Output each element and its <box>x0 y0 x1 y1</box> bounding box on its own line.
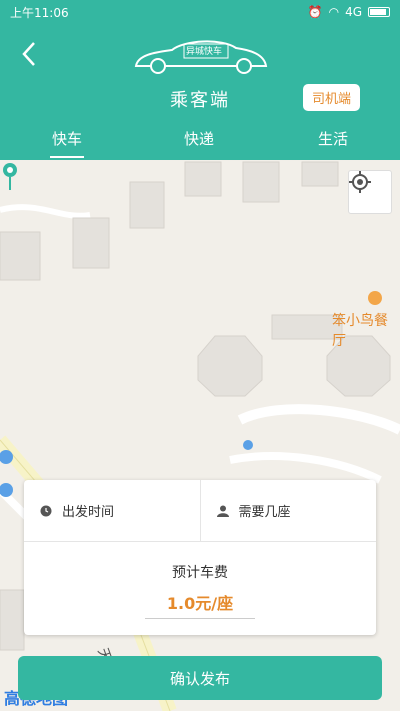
tab-express-car[interactable]: 快车 <box>49 128 85 158</box>
wifi-icon: ◠ <box>328 5 340 19</box>
logo-text: 异城快车 <box>186 47 223 57</box>
tab-courier[interactable]: 快递 <box>184 128 214 149</box>
network-label: 4G <box>345 5 362 19</box>
status-time: 上午11:06 <box>10 5 69 20</box>
fare-value: 1.0元/座 <box>166 594 234 613</box>
seats-field[interactable]: 需要几座 <box>199 480 377 541</box>
locate-button[interactable] <box>348 170 392 214</box>
fare-label: 预计车费 <box>172 565 228 581</box>
booking-options-row: 出发时间 需要几座 <box>24 480 376 542</box>
fare-underline <box>145 618 255 619</box>
tab-life[interactable]: 生活 <box>318 128 348 149</box>
departure-time-label: 出发时间 <box>62 505 115 520</box>
crosshair-icon <box>349 171 371 193</box>
restaurant-poi-icon <box>368 291 382 305</box>
location-pin-icon <box>3 163 17 190</box>
battery-icon <box>368 7 390 17</box>
app-header: 上午11:06 ⏰ ◠ 4G 异城快车 乘客端 司机端 快车 快递 生活 <box>0 0 400 160</box>
poi-label[interactable]: 笨小鸟餐厅 <box>332 310 400 350</box>
departure-time-field[interactable]: 出发时间 <box>24 480 200 541</box>
driver-mode-button[interactable]: 司机端 <box>302 84 360 111</box>
status-icons: ⏰ ◠ 4G <box>308 5 390 19</box>
alarm-icon: ⏰ <box>307 5 323 19</box>
tab-bar: 快车 快递 生活 <box>0 128 400 160</box>
status-bar: 上午11:06 ⏰ ◠ 4G <box>0 0 400 24</box>
seats-label: 需要几座 <box>238 505 291 520</box>
clock-icon <box>40 505 52 516</box>
back-arrow-icon[interactable] <box>18 40 42 68</box>
booking-card: 出发时间 需要几座 预计车费 1.0元/座 <box>24 480 376 635</box>
confirm-publish-button[interactable]: 确认发布 <box>18 656 382 700</box>
person-icon <box>216 505 229 517</box>
